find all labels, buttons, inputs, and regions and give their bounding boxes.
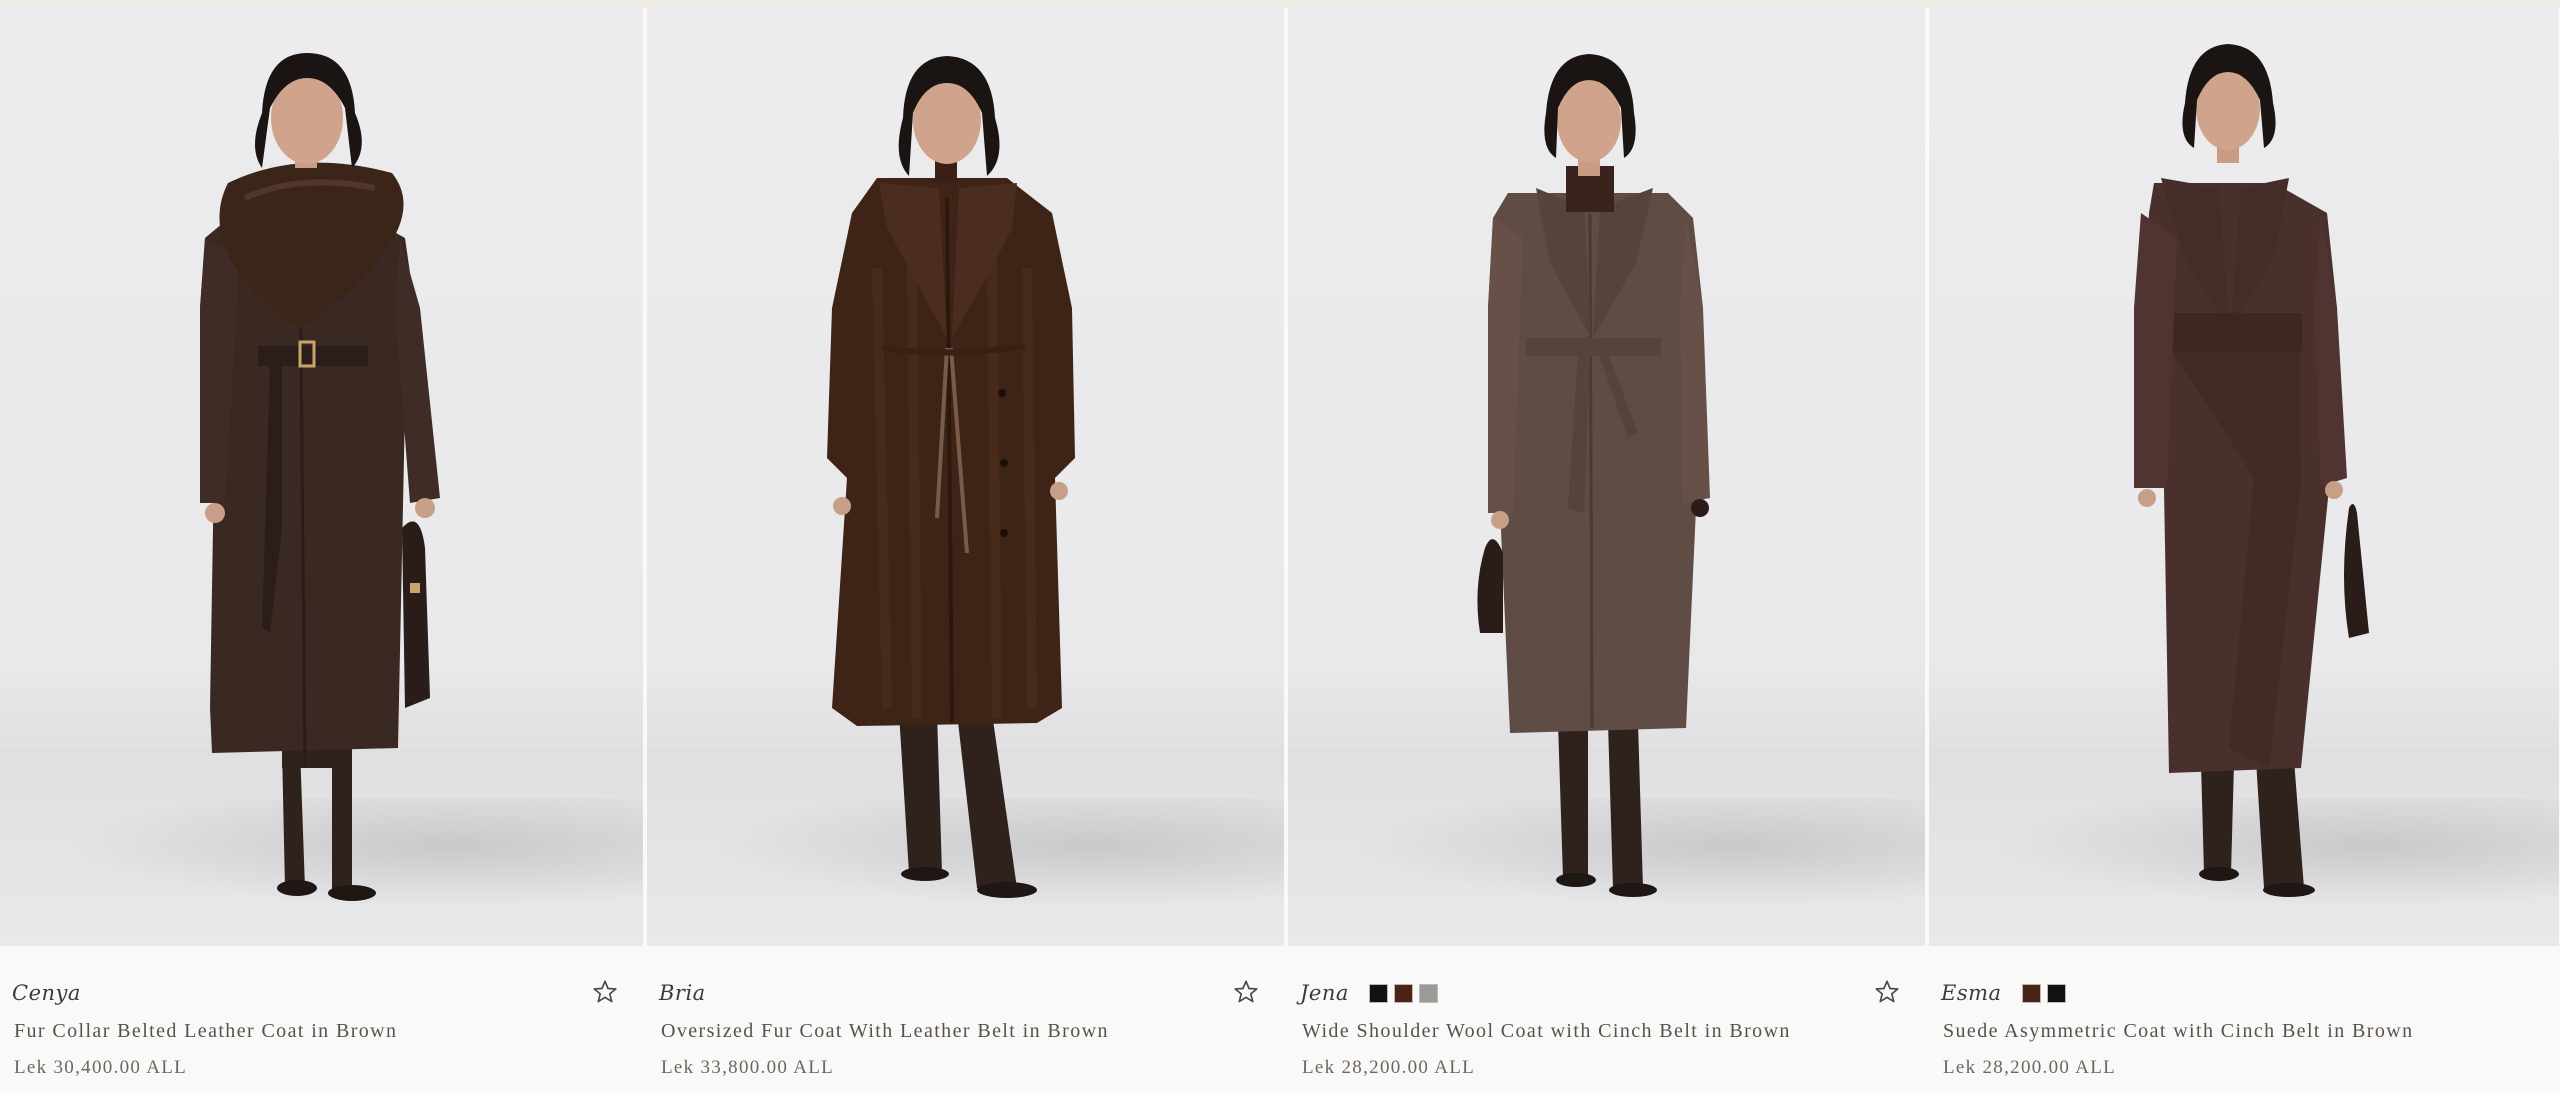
star-outline-icon[interactable] xyxy=(1232,978,1260,1006)
top-divider xyxy=(0,0,2560,8)
product-name-link[interactable]: Oversized Fur Coat With Leather Belt in … xyxy=(661,1020,1109,1043)
product-image[interactable] xyxy=(0,8,643,946)
model-figure xyxy=(827,56,1075,898)
product-info: Cenya Fur Collar Belted Leather Coat in … xyxy=(0,946,643,1093)
product-price: Lek 28,200.00 ALL xyxy=(1943,1057,2117,1078)
collection-name: Bria xyxy=(659,981,706,1005)
product-info: Bria Oversized Fur Coat With Leather Bel… xyxy=(647,946,1284,1093)
product-card-cenya[interactable]: Cenya Fur Collar Belted Leather Coat in … xyxy=(0,8,643,1093)
collection-name: Esma xyxy=(1941,981,2002,1005)
star-outline-icon[interactable] xyxy=(1873,978,1901,1006)
product-name-link[interactable]: Suede Asymmetric Coat with Cinch Belt in… xyxy=(1943,1020,2413,1043)
color-swatch-black[interactable] xyxy=(1368,983,1388,1003)
product-name-link[interactable]: Wide Shoulder Wool Coat with Cinch Belt … xyxy=(1302,1020,1791,1043)
product-card-jena[interactable]: Jena Wide Shoulder Wool Coat with Cinch … xyxy=(1288,8,1925,1093)
product-image[interactable] xyxy=(647,8,1284,946)
star-outline-icon[interactable] xyxy=(591,978,619,1006)
product-info: Esma Suede Asymmetric Coat with Cinch Be… xyxy=(1929,946,2559,1093)
color-swatch-brown[interactable] xyxy=(2021,983,2041,1003)
product-card-esma[interactable]: Esma Suede Asymmetric Coat with Cinch Be… xyxy=(1929,8,2559,1093)
product-image[interactable] xyxy=(1288,8,1925,946)
product-price: Lek 28,200.00 ALL xyxy=(1302,1057,1476,1078)
color-swatch-black[interactable] xyxy=(2046,983,2066,1003)
model-figure xyxy=(200,53,440,901)
product-info: Jena Wide Shoulder Wool Coat with Cinch … xyxy=(1288,946,1925,1093)
product-image[interactable] xyxy=(1929,8,2559,946)
model-figure xyxy=(1477,54,1710,897)
product-name-link[interactable]: Fur Collar Belted Leather Coat in Brown xyxy=(14,1020,397,1043)
color-swatch-grey[interactable] xyxy=(1418,983,1438,1003)
product-price: Lek 30,400.00 ALL xyxy=(14,1057,188,1078)
model-figure xyxy=(2134,44,2369,897)
collection-name: Jena xyxy=(1300,981,1349,1005)
product-price: Lek 33,800.00 ALL xyxy=(661,1057,835,1078)
color-swatch-brown[interactable] xyxy=(1393,983,1413,1003)
collection-name: Cenya xyxy=(12,981,81,1005)
product-grid: Cenya Fur Collar Belted Leather Coat in … xyxy=(0,8,2560,1093)
product-card-bria[interactable]: Bria Oversized Fur Coat With Leather Bel… xyxy=(647,8,1284,1093)
